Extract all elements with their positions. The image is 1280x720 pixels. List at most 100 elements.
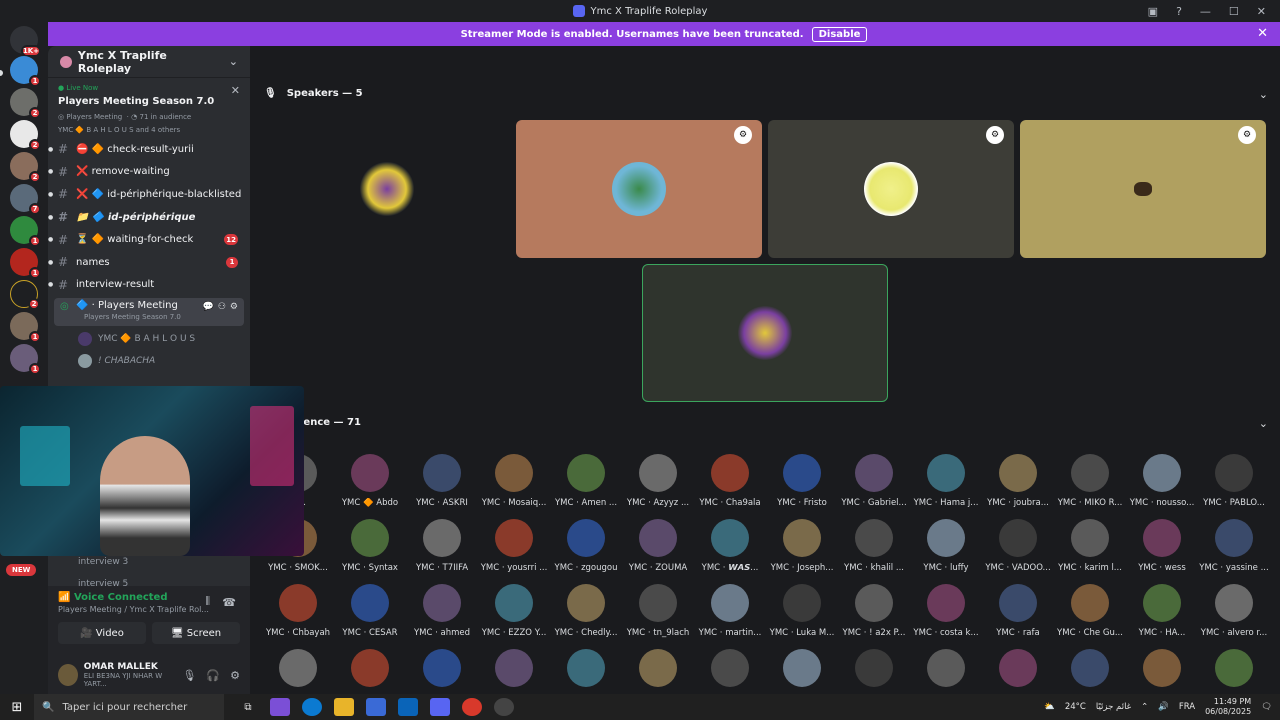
microphone-icon[interactable]: 🎙 <box>182 669 196 682</box>
task-view-icon[interactable]: ⧉ <box>238 698 258 716</box>
discord-icon[interactable] <box>430 698 450 716</box>
server-icon-6[interactable]: 1 <box>10 216 41 247</box>
screen-share-button[interactable]: 🖥 Screen <box>152 622 240 644</box>
audience-member[interactable]: YMC · Cha9ala <box>694 454 766 516</box>
audience-member[interactable]: YMC · karim l... <box>1054 519 1126 581</box>
outlook-icon[interactable] <box>398 698 418 716</box>
server-icon-4[interactable]: 2 <box>10 152 41 183</box>
audience-member[interactable]: YMC · ! a2x P... <box>838 584 910 646</box>
avatar[interactable] <box>279 649 317 687</box>
live-event-card[interactable]: ● Live Now Players Meeting Season 7.0 ◎ … <box>48 78 250 138</box>
channel-item[interactable]: ● # ⛔ 🔶 check-result-yurii <box>48 138 250 161</box>
audience-member[interactable]: YMC · joubra... <box>982 454 1054 516</box>
audience-member[interactable]: YMC · MIKO R... <box>1054 454 1126 516</box>
speaker-tile[interactable] <box>264 120 510 258</box>
avatar[interactable] <box>639 649 677 687</box>
server-icon-9[interactable]: 1 <box>10 312 41 343</box>
audience-member[interactable]: YMC · Fristo <box>766 454 838 516</box>
server-icon-5[interactable]: 7 <box>10 184 41 215</box>
close-icon[interactable]: ✕ <box>231 84 240 97</box>
home-button[interactable]: 1K+ <box>10 26 41 57</box>
audience-member[interactable]: YMC · T7IIFA <box>406 519 478 581</box>
voice-channel-players-meeting[interactable]: ◎ 🔷 · Players Meeting Players Meeting Se… <box>54 298 244 327</box>
avatar[interactable] <box>1215 649 1253 687</box>
audience-member[interactable]: YMC · Hama j... <box>910 454 982 516</box>
audience-member[interactable]: YMC · Amen ... <box>550 454 622 516</box>
gear-icon[interactable]: ⚙ <box>230 302 238 312</box>
audience-member[interactable]: YMC · Chedly... <box>550 584 622 646</box>
server-icon-2[interactable]: 2 <box>10 88 41 119</box>
avatar[interactable] <box>1143 649 1181 687</box>
file-explorer-icon[interactable] <box>334 698 354 716</box>
chevron-down-icon[interactable]: ⌄ <box>1259 417 1268 430</box>
avatar[interactable] <box>567 649 605 687</box>
speaker-tile-active[interactable] <box>642 264 888 402</box>
audience-member[interactable]: YMC · Che Gu... <box>1054 584 1126 646</box>
audience-header[interactable]: ience — 71 <box>300 417 361 428</box>
audience-member[interactable]: YMC · EZZO Y... <box>478 584 550 646</box>
avatar[interactable] <box>351 649 389 687</box>
audience-member[interactable]: YMC · Joseph... <box>766 519 838 581</box>
audience-member[interactable]: YMC · martin... <box>694 584 766 646</box>
inbox-icon[interactable]: ▣ <box>1148 5 1158 18</box>
avatar[interactable] <box>783 649 821 687</box>
voice-user[interactable]: YMC 🔶 B A H L O U S <box>48 328 250 350</box>
audience-member[interactable]: YMC · rafa <box>982 584 1054 646</box>
avatar[interactable] <box>423 649 461 687</box>
chat-icon[interactable]: 💬 <box>203 302 214 312</box>
noise-suppression-icon[interactable]: ⫼ <box>205 596 210 607</box>
avatar[interactable] <box>999 649 1037 687</box>
audience-member[interactable]: YMC · PABLO... <box>1198 454 1270 516</box>
audience-member[interactable]: YMC · Chbayah <box>262 584 334 646</box>
audience-member[interactable]: YMC · costa k... <box>910 584 982 646</box>
audience-member[interactable]: YMC · Gabriel... <box>838 454 910 516</box>
audience-member[interactable]: YMC · luffy <box>910 519 982 581</box>
chevron-up-icon[interactable]: ⌃ <box>1141 702 1148 712</box>
disconnect-icon[interactable]: ☎ <box>222 596 236 609</box>
audience-member[interactable]: YMC · ZOUMA <box>622 519 694 581</box>
windows-start-icon[interactable]: ⊞ <box>0 700 34 715</box>
audience-member[interactable]: YMC · ahmed <box>406 584 478 646</box>
avatar[interactable] <box>495 649 533 687</box>
audience-member[interactable]: YMC · yousrri ... <box>478 519 550 581</box>
channel-item[interactable]: ● # ⏳ 🔶 waiting-for-check 12 <box>48 228 250 251</box>
audience-member[interactable]: YMC · alvero r... <box>1198 584 1270 646</box>
channel-item[interactable]: ● # ❌ remove-waiting <box>48 161 250 184</box>
voice-location[interactable]: Players Meeting / Ymc X Traplife Rol... <box>48 603 250 614</box>
channel-item[interactable]: ● # names 1 <box>48 251 250 274</box>
audience-member[interactable]: YMC · 𝙒𝘼𝙎... <box>694 519 766 581</box>
store-icon[interactable] <box>366 698 386 716</box>
voice-user[interactable]: ! CHABACHA <box>48 350 250 372</box>
avatar[interactable] <box>1071 649 1109 687</box>
taskbar-search[interactable]: 🔍 Taper ici pour rechercher <box>34 694 224 720</box>
server-icon-8[interactable]: 2 <box>10 280 40 310</box>
audience-member[interactable]: YMC · Syntax <box>334 519 406 581</box>
audience-member[interactable]: YMC · HA... <box>1126 584 1198 646</box>
audience-member[interactable]: YMC · wess <box>1126 519 1198 581</box>
chevron-down-icon[interactable]: ⌄ <box>229 55 238 68</box>
chrome-icon[interactable] <box>462 698 482 716</box>
copilot-icon[interactable] <box>270 698 290 716</box>
audience-member[interactable]: YMC 🔶 Abdo <box>334 454 406 516</box>
close-icon[interactable]: ✕ <box>1257 26 1268 41</box>
audience-member[interactable]: YMC · khalil ... <box>838 519 910 581</box>
notifications-icon[interactable]: 🗨 <box>1261 702 1272 712</box>
maximize-button[interactable]: ☐ <box>1229 5 1239 18</box>
channel-item[interactable]: ● # ❌ 🔷 id-périphérique-blacklisted <box>48 183 250 206</box>
avatar[interactable] <box>927 649 965 687</box>
headphones-icon[interactable]: 🎧 <box>206 669 220 682</box>
server-icon-3[interactable]: 2 <box>10 120 41 151</box>
chevron-down-icon[interactable]: ⌄ <box>1259 88 1268 101</box>
server-icon-10[interactable]: 1 <box>10 344 41 375</box>
server-icon-7[interactable]: 1 <box>10 248 41 279</box>
invite-icon[interactable]: ⚇ <box>218 302 226 312</box>
user-info[interactable]: OMAR MALLEK ELI BE3NA YJI NHAR W YART... <box>84 662 177 688</box>
obs-icon[interactable] <box>494 698 514 716</box>
disable-streamer-mode-button[interactable]: Disable <box>811 26 868 42</box>
channel-item[interactable]: ● # 📁 🔷 id-périphérique <box>48 206 250 229</box>
clock[interactable]: 11:49 PM 06/08/2025 <box>1205 697 1251 717</box>
speaker-tile[interactable]: ⚙ <box>768 120 1014 258</box>
audience-member[interactable]: YMC · Luka M... <box>766 584 838 646</box>
help-icon[interactable]: ? <box>1176 5 1182 18</box>
gear-icon[interactable]: ⚙ <box>230 669 240 682</box>
